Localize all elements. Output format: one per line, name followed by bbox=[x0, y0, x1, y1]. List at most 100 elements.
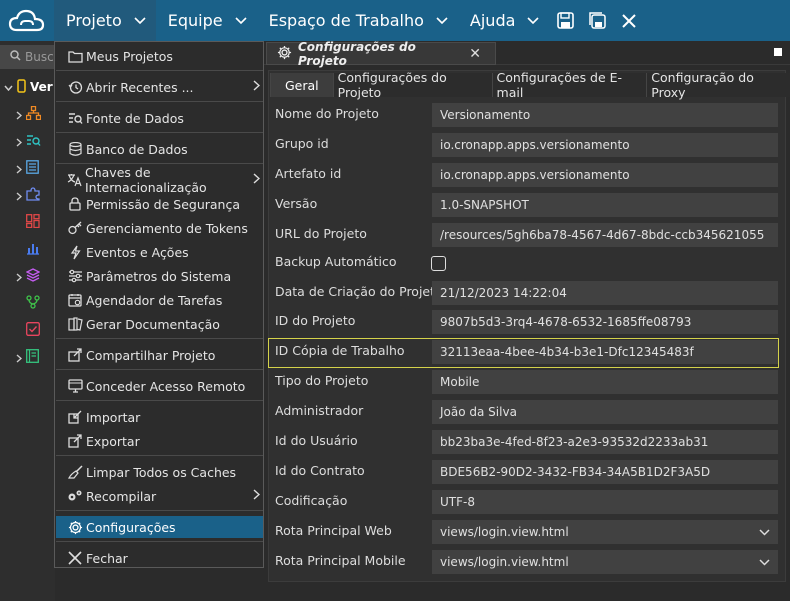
form-value-administrador: João da Silva bbox=[440, 405, 517, 419]
menu-item-recompilar[interactable]: Recompilar bbox=[56, 485, 263, 507]
form-field-data-criacao[interactable]: 21/12/2023 14:22:04 bbox=[432, 281, 778, 305]
tab-configuracoes-projeto[interactable]: Configurações do Projeto ✕ bbox=[266, 40, 496, 68]
menu-separator bbox=[56, 369, 263, 370]
subtab-configuracoes-email[interactable]: Configurações de E-mail bbox=[491, 70, 647, 100]
form-field-codificacao[interactable]: UTF-8 bbox=[432, 490, 778, 514]
menu-item-meus-projetos[interactable]: Meus Projetos bbox=[56, 45, 263, 67]
chevron-right-icon bbox=[16, 267, 23, 286]
tree-item-docs[interactable] bbox=[16, 347, 52, 367]
tree-item-plugins[interactable] bbox=[16, 185, 52, 205]
tree-item-datasource[interactable] bbox=[16, 131, 52, 151]
database-icon bbox=[67, 141, 83, 157]
subtab-configuracoes-projeto[interactable]: Configurações do Projeto bbox=[332, 70, 492, 100]
menu-item-permissao-seguranca[interactable]: Permissão de Segurança bbox=[56, 193, 263, 215]
menu-projeto[interactable]: Projeto bbox=[54, 0, 156, 41]
chevron-down-icon bbox=[527, 16, 539, 25]
form-field-nome-projeto[interactable]: Versionamento bbox=[432, 103, 778, 127]
close-icon bbox=[67, 550, 83, 566]
menu-item-parametros-sistema[interactable]: Parâmetros do Sistema bbox=[56, 265, 263, 287]
remote-icon bbox=[67, 378, 83, 394]
menu-item-label: Gerar Documentação bbox=[86, 316, 220, 332]
tree-item-tests[interactable] bbox=[16, 320, 52, 340]
form-label-versao: Versão bbox=[275, 196, 318, 211]
tree-item-pages[interactable] bbox=[16, 158, 52, 178]
key-icon bbox=[67, 220, 83, 236]
document-list-icon bbox=[26, 159, 39, 178]
menu-equipe[interactable]: Equipe bbox=[156, 0, 257, 41]
menu-item-fonte-dados[interactable]: Fonte de Dados bbox=[56, 107, 263, 129]
cloud-logo-icon[interactable] bbox=[0, 0, 54, 41]
tree-item-reports[interactable] bbox=[16, 239, 52, 259]
export-icon bbox=[67, 433, 83, 449]
form-field-rota-web[interactable]: views/login.view.html bbox=[432, 520, 778, 544]
menu-item-limpar-caches[interactable]: Limpar Todos os Caches bbox=[56, 461, 263, 483]
tree-root-project[interactable]: Ver bbox=[0, 77, 55, 97]
chevron-down-icon bbox=[759, 555, 770, 569]
menu-item-importar[interactable]: Importar bbox=[56, 406, 263, 428]
chevron-right-icon bbox=[16, 105, 23, 124]
subtab-configuracao-proxy[interactable]: Configuração do Proxy bbox=[646, 70, 790, 100]
menu-item-compartilhar-projeto[interactable]: Compartilhar Projeto bbox=[56, 344, 263, 366]
form-row-artefato-id: Artefato id io.cronapp.apps.versionamento bbox=[275, 163, 780, 187]
explorer-search-input[interactable]: Busc bbox=[0, 45, 55, 69]
search-icon bbox=[10, 50, 21, 64]
form-field-id-copia-trabalho[interactable]: 32113eaa-4bee-4b34-b3e1-Dfc12345483f bbox=[432, 340, 778, 364]
close-project-icon[interactable] bbox=[613, 0, 645, 41]
tree-item-blocks[interactable] bbox=[16, 104, 52, 124]
menu-item-fechar[interactable]: Fechar bbox=[56, 547, 263, 569]
tab-close-button[interactable]: ✕ bbox=[469, 46, 481, 62]
form-field-grupo-id[interactable]: io.cronapp.apps.versionamento bbox=[432, 133, 778, 157]
menu-item-gerenciamento-tokens[interactable]: Gerenciamento de Tokens bbox=[56, 217, 263, 239]
menu-item-gerar-documentacao[interactable]: Gerar Documentação bbox=[56, 313, 263, 335]
form-field-artefato-id[interactable]: io.cronapp.apps.versionamento bbox=[432, 163, 778, 187]
calendar-icon bbox=[67, 292, 83, 308]
menu-item-conceder-acesso-remoto[interactable]: Conceder Acesso Remoto bbox=[56, 375, 263, 397]
backup-automatico-checkbox[interactable] bbox=[431, 256, 446, 271]
menu-item-label: Importar bbox=[86, 409, 141, 425]
form-label-url-projeto: URL do Projeto bbox=[275, 226, 367, 241]
datasource-search-icon bbox=[26, 132, 41, 151]
form-field-tipo-projeto[interactable]: Mobile bbox=[432, 370, 778, 394]
form-value-versao: 1.0-SNAPSHOT bbox=[440, 198, 529, 212]
tree-item-layout[interactable] bbox=[16, 212, 52, 232]
form-row-data-criacao: Data de Criação do Projeto 21/12/2023 14:… bbox=[275, 281, 780, 305]
form-label-rota-mobile: Rota Principal Mobile bbox=[275, 553, 406, 568]
form-field-url-projeto[interactable]: /resources/5gh6ba78-4567-4d67-8bdc-ccb34… bbox=[432, 223, 778, 247]
form-field-administrador[interactable]: João da Silva bbox=[432, 400, 778, 424]
form-row-id-contrato: Id do Contrato BDE56B2-90D2-3432-FB34-34A… bbox=[275, 460, 780, 484]
form-field-id-contrato[interactable]: BDE56B2-90D2-3432-FB34-34A5B1D2F3A5D bbox=[432, 460, 778, 484]
form-row-id-usuario: Id do Usuário bb23ba3e-4fed-8f23-a2e3-935… bbox=[275, 430, 780, 454]
menu-item-label: Abrir Recentes ... bbox=[86, 79, 194, 95]
subtab-geral[interactable]: Geral bbox=[270, 73, 333, 97]
menu-item-eventos-acoes[interactable]: Eventos e Ações bbox=[56, 241, 263, 263]
menu-item-label: Fechar bbox=[86, 550, 128, 566]
menu-item-banco-dados[interactable]: Banco de Dados bbox=[56, 138, 263, 160]
checklist-icon bbox=[26, 321, 40, 340]
datasource-icon bbox=[67, 110, 83, 126]
form-field-rota-mobile[interactable]: views/login.view.html bbox=[432, 550, 778, 574]
form-field-id-projeto[interactable]: 9807b5d3-3rq4-4678-6532-1685ffe08793 bbox=[432, 310, 778, 334]
menu-espaco-trabalho[interactable]: Espaço de Trabalho bbox=[257, 0, 458, 41]
menu-item-exportar[interactable]: Exportar bbox=[56, 430, 263, 452]
form-row-id-copia-trabalho: ID Cópia de Trabalho 32113eaa-4bee-4b34-b… bbox=[275, 340, 780, 364]
form-field-id-usuario[interactable]: bb23ba3e-4fed-8f23-a2e3-93532d2233ab31 bbox=[432, 430, 778, 454]
menu-item-configuracoes[interactable]: Configurações bbox=[56, 516, 263, 538]
save-icon[interactable] bbox=[549, 0, 581, 41]
form-value-id-copia-trabalho: 32113eaa-4bee-4b34-b3e1-Dfc12345483f bbox=[440, 345, 694, 359]
form-label-tipo-projeto: Tipo do Projeto bbox=[275, 373, 369, 388]
tree-item-layers[interactable] bbox=[16, 266, 52, 286]
gears-icon bbox=[67, 488, 83, 504]
menu-item-agendador-tarefas[interactable]: Agendador de Tarefas bbox=[56, 289, 263, 311]
form-label-administrador: Administrador bbox=[275, 403, 364, 418]
menu-ajuda[interactable]: Ajuda bbox=[458, 0, 550, 41]
maximize-icon[interactable] bbox=[774, 48, 782, 56]
menu-item-chaves-internacionalizacao[interactable]: Chaves de Internacionalização bbox=[56, 165, 263, 195]
chevron-right-icon bbox=[16, 132, 23, 151]
bolt-icon bbox=[67, 244, 83, 260]
tree-item-workflow[interactable] bbox=[16, 293, 52, 313]
form-field-versao[interactable]: 1.0-SNAPSHOT bbox=[432, 193, 778, 217]
menu-separator bbox=[56, 163, 263, 164]
save-all-icon[interactable] bbox=[581, 0, 613, 41]
menu-item-abrir-recentes[interactable]: Abrir Recentes ... bbox=[56, 76, 263, 98]
import-icon bbox=[67, 409, 83, 425]
